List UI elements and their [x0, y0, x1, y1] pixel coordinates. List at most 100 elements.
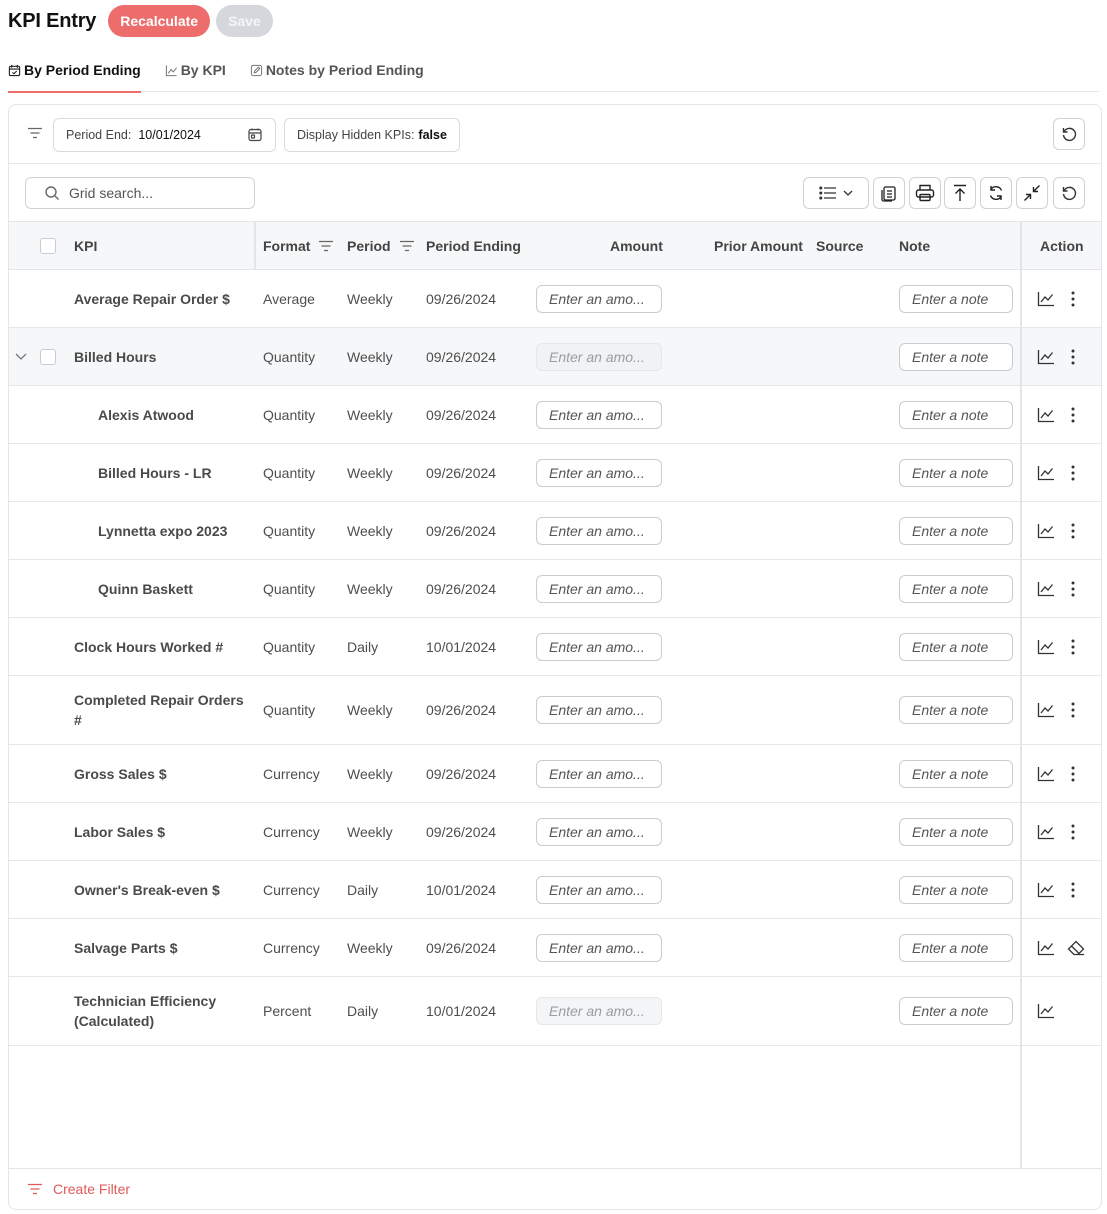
chart-line-icon[interactable] — [1037, 291, 1055, 307]
clear-value-button[interactable] — [1067, 919, 1085, 976]
more-vertical-icon[interactable] — [1071, 766, 1075, 782]
amount-input[interactable] — [536, 759, 662, 788]
child-kpi-row[interactable]: Lynnetta expo 2023 Quantity Weekly 09/26/20… — [9, 502, 1101, 560]
note-input[interactable] — [899, 458, 1013, 487]
reset-filters-button[interactable] — [1053, 118, 1085, 150]
kpi-row[interactable]: Labor Sales $ Currency Weekly 09/26/2024 — [9, 803, 1101, 861]
row-menu-button[interactable] — [1071, 328, 1075, 385]
trend-chart-button[interactable] — [1037, 560, 1055, 617]
kpi-row[interactable]: Owner's Break-even $ Currency Daily 10/01/2… — [9, 861, 1101, 919]
child-kpi-row[interactable]: Alexis Atwood Quantity Weekly 09/26/2024 — [9, 386, 1101, 444]
more-vertical-icon[interactable] — [1071, 407, 1075, 423]
amount-input[interactable] — [536, 574, 662, 603]
reset-grid-button[interactable] — [1053, 177, 1085, 209]
scroll-top-button[interactable] — [944, 177, 976, 209]
more-vertical-icon[interactable] — [1071, 523, 1075, 539]
create-filter-link[interactable]: Create Filter — [53, 1181, 130, 1197]
display-hidden-kpis-filter[interactable]: Display Hidden KPIs: false — [284, 118, 460, 152]
kpi-row[interactable]: Completed Repair Orders # Quantity Weekly 0… — [9, 676, 1101, 745]
column-header-period-ending[interactable]: Period Ending — [426, 222, 521, 270]
more-vertical-icon[interactable] — [1071, 882, 1075, 898]
collapse-button[interactable] — [1016, 177, 1048, 209]
tab-by-kpi[interactable]: By KPI — [165, 56, 226, 92]
more-vertical-icon[interactable] — [1071, 349, 1075, 365]
note-input[interactable] — [899, 516, 1013, 545]
row-menu-button[interactable] — [1071, 676, 1075, 744]
grid-search[interactable] — [25, 177, 255, 209]
trend-chart-button[interactable] — [1037, 977, 1055, 1045]
row-menu-button[interactable] — [1071, 270, 1075, 327]
amount-input[interactable] — [536, 458, 662, 487]
note-input[interactable] — [899, 817, 1013, 846]
tab-by-period-ending[interactable]: By Period Ending — [8, 56, 141, 93]
chart-line-icon[interactable] — [1037, 407, 1055, 423]
column-chooser-button[interactable] — [803, 177, 869, 209]
row-menu-button[interactable] — [1071, 386, 1075, 443]
more-vertical-icon[interactable] — [1071, 465, 1075, 481]
chart-line-icon[interactable] — [1037, 766, 1055, 782]
chart-line-icon[interactable] — [1037, 940, 1055, 956]
row-menu-button[interactable] — [1071, 502, 1075, 559]
filter-lines-icon[interactable] — [27, 127, 43, 139]
child-kpi-row[interactable]: Billed Hours - LR Quantity Weekly 09/26/202… — [9, 444, 1101, 502]
chart-line-icon[interactable] — [1037, 824, 1055, 840]
column-header-source[interactable]: Source — [816, 222, 863, 270]
tab-notes-by-period-ending[interactable]: Notes by Period Ending — [250, 56, 424, 92]
column-header-action[interactable]: Action — [1040, 222, 1084, 270]
row-checkbox-cell[interactable] — [40, 328, 56, 385]
group-kpi-row[interactable]: Billed Hours Quantity Weekly 09/26/2024 — [9, 328, 1101, 386]
chevron-down-icon[interactable] — [15, 353, 27, 360]
column-header-prior-amount[interactable]: Prior Amount — [714, 222, 803, 270]
more-vertical-icon[interactable] — [1071, 702, 1075, 718]
column-header-period[interactable]: Period — [347, 222, 415, 270]
filter-lines-icon[interactable] — [318, 240, 334, 252]
chart-line-icon[interactable] — [1037, 702, 1055, 718]
row-menu-button[interactable] — [1071, 560, 1075, 617]
chart-line-icon[interactable] — [1037, 882, 1055, 898]
more-vertical-icon[interactable] — [1071, 291, 1075, 307]
expand-toggle[interactable] — [15, 328, 27, 385]
row-menu-button[interactable] — [1071, 618, 1075, 675]
create-filter-bar[interactable]: Create Filter — [9, 1168, 1101, 1209]
chart-line-icon[interactable] — [1037, 349, 1055, 365]
trend-chart-button[interactable] — [1037, 919, 1055, 976]
trend-chart-button[interactable] — [1037, 745, 1055, 802]
select-all-checkbox[interactable] — [40, 238, 56, 254]
amount-input[interactable] — [536, 284, 662, 313]
search-input[interactable] — [69, 185, 239, 201]
amount-input[interactable] — [536, 817, 662, 846]
row-menu-button[interactable] — [1071, 861, 1075, 918]
note-input[interactable] — [899, 759, 1013, 788]
trend-chart-button[interactable] — [1037, 270, 1055, 327]
row-checkbox[interactable] — [40, 348, 56, 365]
column-header-amount[interactable]: Amount — [610, 222, 663, 270]
calendar-icon[interactable] — [247, 127, 263, 143]
trend-chart-button[interactable] — [1037, 444, 1055, 501]
more-vertical-icon[interactable] — [1071, 581, 1075, 597]
amount-input[interactable] — [536, 933, 662, 962]
export-button[interactable] — [873, 177, 905, 209]
period-end-filter[interactable]: Period End: 10/01/2024 — [53, 118, 276, 152]
kpi-row[interactable]: Average Repair Order $ Average Weekly 09/26… — [9, 270, 1101, 328]
note-input[interactable] — [899, 875, 1013, 904]
trend-chart-button[interactable] — [1037, 618, 1055, 675]
note-input[interactable] — [899, 400, 1013, 429]
row-menu-button[interactable] — [1071, 444, 1075, 501]
more-vertical-icon[interactable] — [1071, 824, 1075, 840]
note-input[interactable] — [899, 933, 1013, 962]
recalculate-button[interactable]: Recalculate — [108, 5, 211, 37]
note-input[interactable] — [899, 574, 1013, 603]
filter-lines-icon[interactable] — [399, 240, 415, 252]
eraser-icon[interactable] — [1067, 940, 1085, 956]
kpi-row[interactable]: Salvage Parts $ Currency Weekly 09/26/2024 — [9, 919, 1101, 977]
trend-chart-button[interactable] — [1037, 386, 1055, 443]
trend-chart-button[interactable] — [1037, 328, 1055, 385]
child-kpi-row[interactable]: Quinn Baskett Quantity Weekly 09/26/2024 — [9, 560, 1101, 618]
trend-chart-button[interactable] — [1037, 502, 1055, 559]
column-header-note[interactable]: Note — [899, 222, 930, 270]
trend-chart-button[interactable] — [1037, 676, 1055, 744]
trend-chart-button[interactable] — [1037, 803, 1055, 860]
amount-input[interactable] — [536, 400, 662, 429]
chart-line-icon[interactable] — [1037, 581, 1055, 597]
note-input[interactable] — [899, 342, 1013, 371]
